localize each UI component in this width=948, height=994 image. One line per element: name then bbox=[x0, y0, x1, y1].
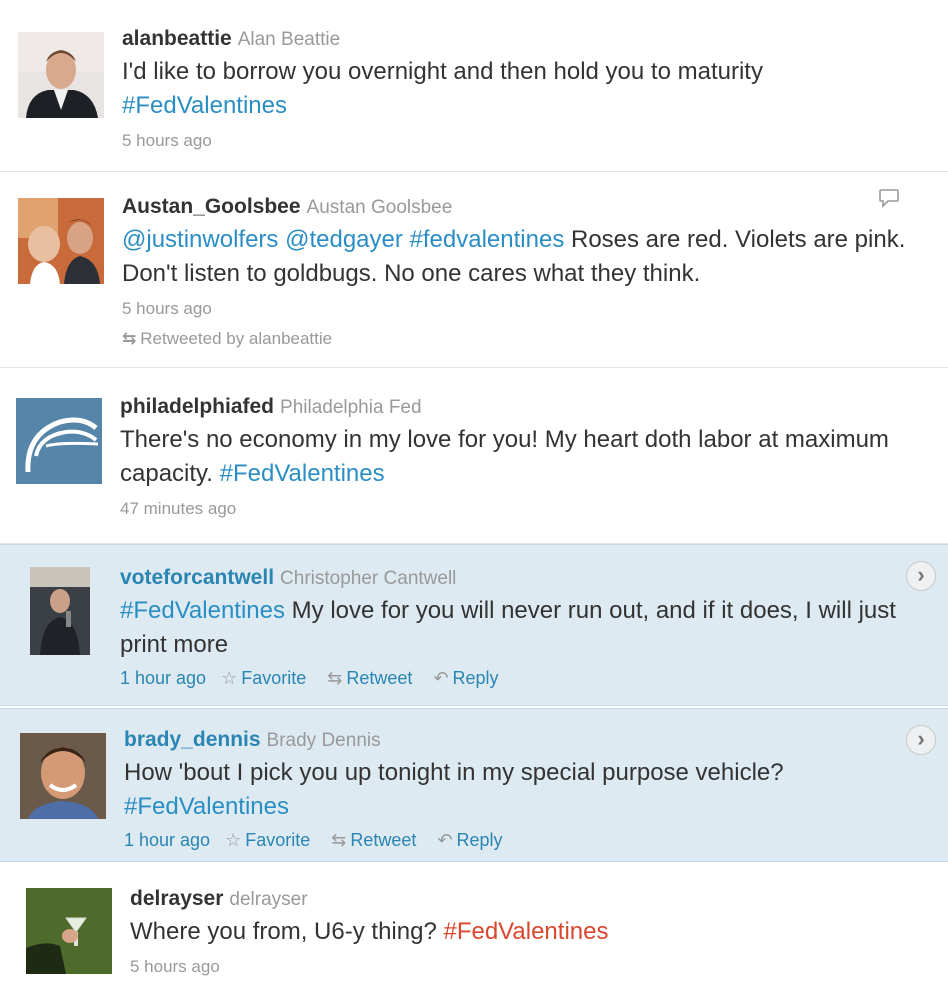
reply-button[interactable]: ↶ Reply bbox=[437, 830, 502, 850]
timestamp-link[interactable]: 1 hour ago bbox=[120, 668, 206, 688]
retweet-icon: ⇆ bbox=[327, 668, 343, 688]
avatar[interactable] bbox=[16, 398, 102, 484]
timestamp-link[interactable]: 1 hour ago bbox=[124, 830, 210, 850]
retweet-icon: ⇆ bbox=[122, 329, 137, 348]
timestamp-link[interactable]: 47 minutes ago bbox=[120, 499, 928, 519]
tweet-item[interactable]: › voteforcantwell Christopher Cantwell #F… bbox=[0, 544, 948, 706]
screen-name[interactable]: voteforcantwell bbox=[120, 566, 274, 589]
tweet-item[interactable]: › brady_dennis Brady Dennis How 'bout I p… bbox=[0, 708, 948, 862]
tweet-item[interactable]: alanbeattie Alan Beattie I'd like to borr… bbox=[0, 0, 948, 172]
tweet-text: I'd like to borrow you overnight and the… bbox=[122, 58, 763, 119]
retweet-button[interactable]: ⇆ Retweet bbox=[327, 668, 412, 688]
screen-name[interactable]: brady_dennis bbox=[124, 728, 261, 751]
retweet-icon: ⇆ bbox=[331, 830, 347, 850]
tweet-item[interactable]: delrayser delrayser Where you from, U6-y … bbox=[0, 866, 948, 994]
favorite-button[interactable]: ☆ Favorite bbox=[221, 668, 306, 688]
hashtag-link[interactable]: #FedValentines bbox=[220, 460, 385, 487]
tweet-actions: 1 hour ago ☆ Favorite ⇆ Retweet ↶ Reply bbox=[120, 668, 928, 689]
reply-arrow-icon: ↶ bbox=[437, 830, 453, 850]
screen-name[interactable]: Austan_Goolsbee bbox=[122, 195, 301, 218]
hashtag-link[interactable]: #FedValentines bbox=[443, 918, 608, 945]
hashtag-link[interactable]: #FedValentines bbox=[122, 92, 287, 119]
favorite-button[interactable]: ☆ Favorite bbox=[225, 830, 310, 850]
reply-arrow-icon: ↶ bbox=[433, 668, 449, 688]
timestamp-link[interactable]: 5 hours ago bbox=[130, 957, 928, 977]
tweet-item[interactable]: Austan_Goolsbee Austan Goolsbee @justinwo… bbox=[0, 172, 948, 368]
hashtag-link[interactable]: #FedValentines bbox=[124, 793, 289, 820]
timestamp-link[interactable]: 5 hours ago bbox=[122, 299, 928, 319]
screen-name[interactable]: philadelphiafed bbox=[120, 395, 274, 418]
hashtag-link[interactable]: #fedvalentines bbox=[410, 226, 565, 253]
tweet-actions: 1 hour ago ☆ Favorite ⇆ Retweet ↶ Reply bbox=[124, 830, 928, 851]
timestamp-link[interactable]: 5 hours ago bbox=[122, 131, 928, 151]
tweet-text: Where you from, U6-y thing? #FedValentin… bbox=[130, 918, 609, 945]
mention-link[interactable]: @justinwolfers bbox=[122, 226, 278, 253]
tweet-text: #FedValentines My love for you will neve… bbox=[120, 597, 896, 658]
mention-link[interactable]: @tedgayer bbox=[285, 226, 403, 253]
retweeted-by: Retweeted by alanbeattie bbox=[140, 329, 333, 348]
avatar[interactable] bbox=[18, 198, 104, 284]
avatar[interactable] bbox=[20, 733, 106, 819]
real-name: Alan Beattie bbox=[237, 29, 341, 50]
tweet-text: How 'bout I pick you up tonight in my sp… bbox=[124, 759, 784, 820]
star-icon: ☆ bbox=[221, 668, 238, 688]
real-name: Philadelphia Fed bbox=[280, 397, 422, 418]
tweet-text: @justinwolfers @tedgayer #fedvalentines … bbox=[122, 226, 906, 287]
retweet-button[interactable]: ⇆ Retweet bbox=[331, 830, 416, 850]
real-name: Christopher Cantwell bbox=[280, 568, 457, 589]
real-name: delrayser bbox=[229, 889, 308, 910]
real-name: Brady Dennis bbox=[266, 730, 381, 751]
tweet-text: There's no economy in my love for you! M… bbox=[120, 426, 889, 487]
screen-name[interactable]: alanbeattie bbox=[122, 27, 232, 50]
tweet-item[interactable]: philadelphiafed Philadelphia Fed There's … bbox=[0, 368, 948, 544]
avatar[interactable] bbox=[26, 888, 112, 974]
screen-name[interactable]: delrayser bbox=[130, 887, 223, 910]
avatar[interactable] bbox=[18, 32, 104, 118]
star-icon: ☆ bbox=[225, 830, 242, 850]
hashtag-link[interactable]: #FedValentines bbox=[120, 597, 285, 624]
reply-button[interactable]: ↶ Reply bbox=[433, 668, 498, 688]
tweet-timeline: alanbeattie Alan Beattie I'd like to borr… bbox=[0, 0, 948, 994]
real-name: Austan Goolsbee bbox=[306, 197, 453, 218]
avatar[interactable] bbox=[30, 567, 90, 655]
